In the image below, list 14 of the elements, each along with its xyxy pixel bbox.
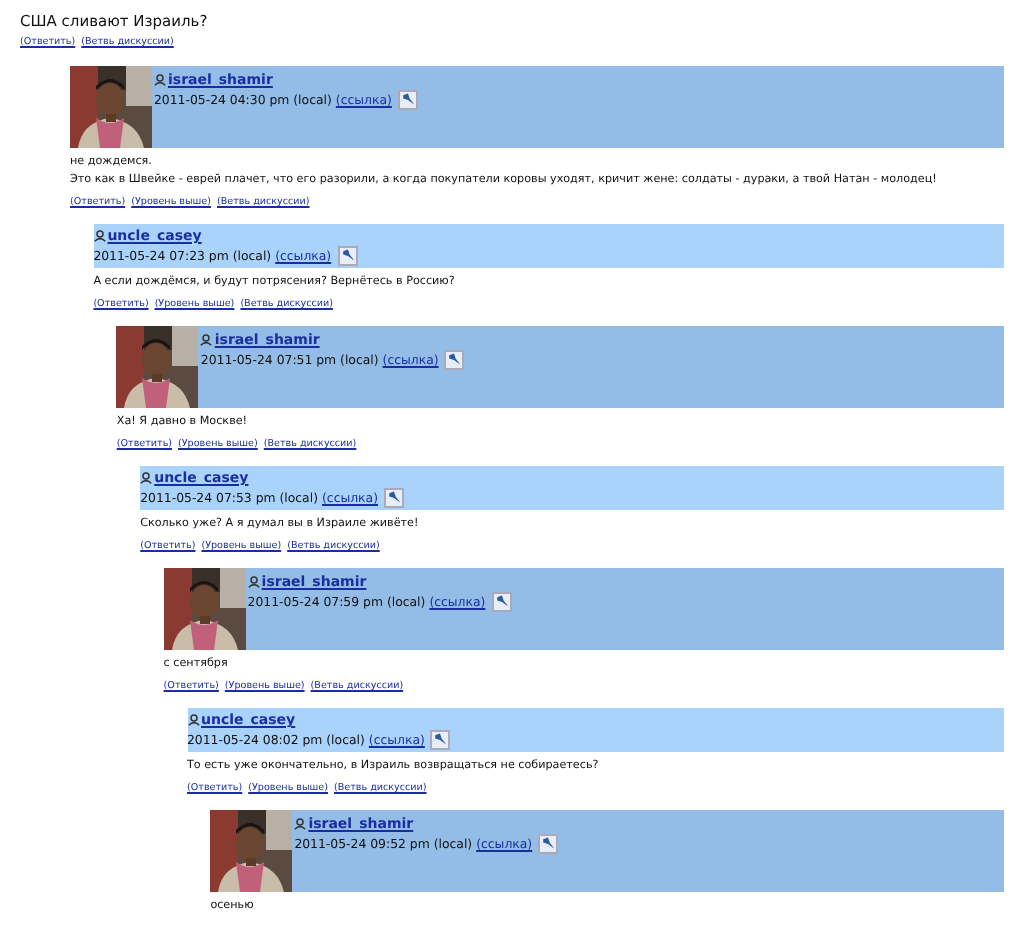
pin-button[interactable] <box>430 730 451 750</box>
user-icon <box>294 818 307 830</box>
pin-button[interactable] <box>491 592 512 612</box>
user-icon <box>154 74 166 86</box>
user-icon <box>140 472 153 484</box>
user-icon <box>93 230 106 242</box>
pin-button[interactable] <box>384 488 405 508</box>
pin-button[interactable] <box>444 350 465 370</box>
pin-button[interactable] <box>397 90 418 110</box>
user-icon <box>247 576 260 588</box>
user-icon <box>187 714 199 726</box>
pin-button[interactable] <box>538 834 559 854</box>
user-icon <box>200 334 213 346</box>
pin-button[interactable] <box>337 246 358 266</box>
